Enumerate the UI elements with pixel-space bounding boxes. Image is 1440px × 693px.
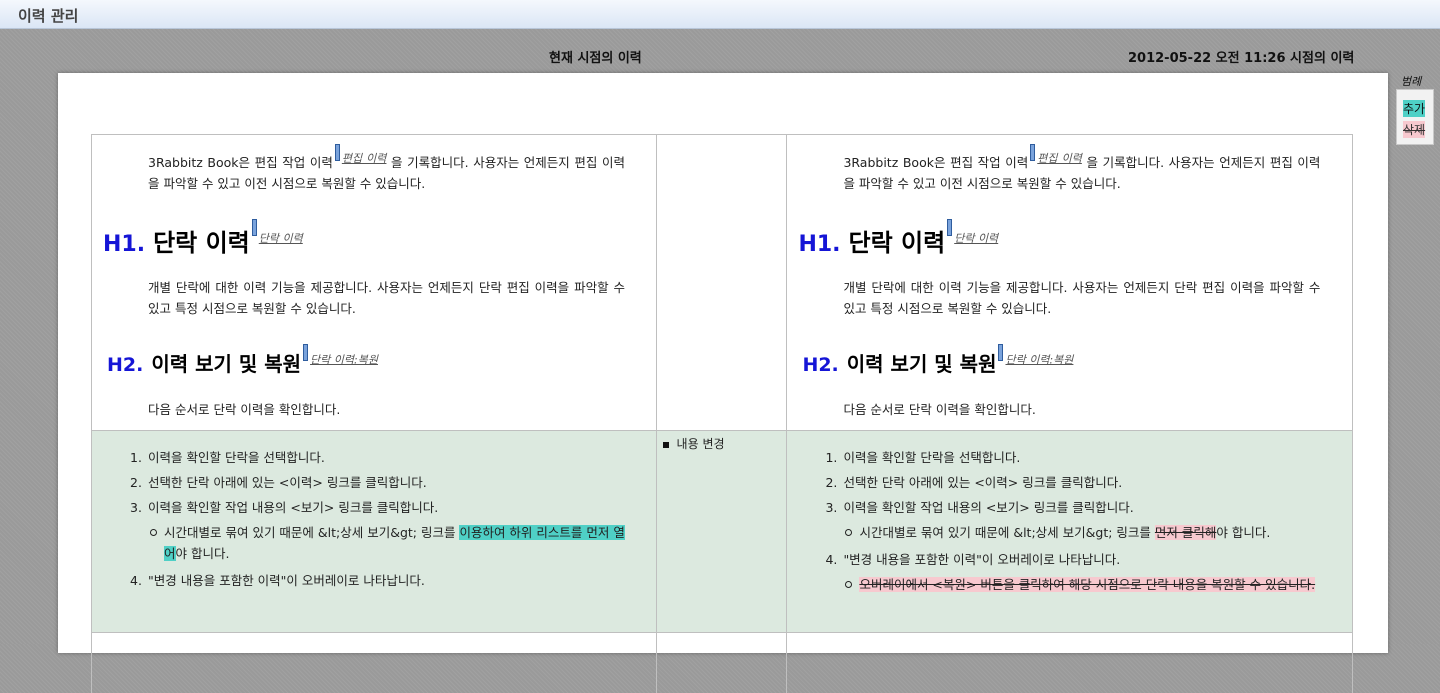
paragraph: 다음 순서로 단락 이력을 확인합니다. — [843, 402, 1036, 417]
legend-added: 추가 — [1403, 100, 1426, 117]
table-row: 3Rabbitz Book은 편집 작업 이력 편집 이력 을 기록합니다. 사용… — [91, 134, 1353, 430]
bookmark-icon — [947, 219, 953, 236]
sub-list-item: 오버레이에서 <복원> 버튼을 클릭하여 해당 시점으로 단락 내용을 복원할 … — [845, 574, 1323, 595]
heading-2: H2. 이력 보기 및 복원 단락 이력:복원 — [107, 344, 378, 377]
current-cell: 3Rabbitz Book은 편집 작업 이력 편집 이력 을 기록합니다. 사용… — [92, 135, 657, 430]
paragraph: 개별 단락에 대한 이력 기능을 제공합니다. 사용자는 언제든지 단락 편집 … — [148, 280, 625, 316]
table-row-changed: 1. 이력을 확인할 단락을 선택합니다. 2. 선택한 단락 아래에 있는 <이력… — [91, 430, 1353, 632]
ordered-list: 1. 이력을 확인할 단락을 선택합니다. 2. 선택한 단락 아래에 있는 <이력… — [130, 445, 628, 593]
comparison-table: 3Rabbitz Book은 편집 작업 이력 편집 이력 을 기록합니다. 사용… — [91, 134, 1353, 693]
bullet-circle-icon — [845, 529, 853, 536]
anchor-link[interactable]: 단락 이력 — [954, 232, 998, 245]
legend-deleted: 삭제 — [1403, 121, 1426, 138]
list-item: 3. 이력을 확인할 작업 내용의 <보기> 링크를 클릭합니다. 시간대별로 묶… — [825, 495, 1323, 543]
change-type-cell: 내용 변경 — [657, 431, 788, 632]
heading-1: H1. 단락 이력 단락 이력 — [798, 219, 998, 258]
sub-list: 오버레이에서 <복원> 버튼을 클릭하여 해당 시점으로 단락 내용을 복원할 … — [843, 574, 1323, 595]
list-item: 3. 이력을 확인할 작업 내용의 <보기> 링크를 클릭합니다. 시간대별로 묶… — [130, 495, 628, 564]
deleted-text: 오버레이에서 <복원> 버튼을 클릭하여 해당 시점으로 단락 내용을 복원할 … — [859, 577, 1316, 592]
sub-list: 시간대별로 묶여 있기 때문에 &lt;상세 보기&gt; 링크를 이용하여 하… — [148, 522, 628, 564]
intro-paragraph: 3Rabbitz Book은 편집 작업 이력 편집 이력 을 기록합니다. 사용… — [148, 144, 625, 194]
current-cell: 1. 이력을 확인할 단락을 선택합니다. 2. 선택한 단락 아래에 있는 <이력… — [92, 431, 657, 632]
anchor-link[interactable]: 단락 이력:복원 — [1005, 353, 1073, 366]
sub-list: 시간대별로 묶여 있기 때문에 &lt;상세 보기&gt; 링크를 먼저 클릭해… — [843, 522, 1323, 543]
change-type-label: 내용 변경 — [662, 435, 725, 452]
legend-box: 추가 삭제 — [1396, 89, 1434, 145]
window-title: 이력 관리 — [18, 7, 79, 25]
anchor-link[interactable]: 단락 이력 — [259, 232, 303, 245]
heading-1: H1. 단락 이력 단락 이력 — [103, 219, 303, 258]
heading-level-label: H1. — [798, 232, 841, 257]
current-column-header: 현재 시점의 이력 — [549, 51, 642, 66]
anchor-link[interactable]: 편집 이력 — [342, 152, 387, 165]
heading-level-label: H2. — [107, 354, 144, 376]
bookmark-icon — [251, 219, 257, 236]
past-cell — [787, 633, 1353, 693]
intro-paragraph: 3Rabbitz Book은 편집 작업 이력 편집 이력 을 기록합니다. 사용… — [843, 144, 1320, 194]
paragraph: 개별 단락에 대한 이력 기능을 제공합니다. 사용자는 언제든지 단락 편집 … — [843, 280, 1321, 316]
title-bar: 이력 관리 — [0, 0, 1440, 29]
sub-list-item: 시간대별로 묶여 있기 때문에 &lt;상세 보기&gt; 링크를 먼저 클릭해… — [845, 522, 1323, 543]
bookmark-icon — [1030, 144, 1036, 161]
past-cell: 1. 이력을 확인할 단락을 선택합니다. 2. 선택한 단락 아래에 있는 <이력… — [787, 431, 1353, 632]
list-item: 1. 이력을 확인할 단락을 선택합니다. — [130, 450, 325, 465]
deleted-text: 먼저 클릭해 — [1154, 525, 1217, 540]
table-row — [91, 632, 1353, 693]
bookmark-icon — [334, 144, 340, 161]
list-item: 4. "변경 내용을 포함한 이력"이 오버레이로 나타납니다. — [130, 573, 425, 588]
past-cell: 3Rabbitz Book은 편집 작업 이력 편집 이력 을 기록합니다. 사용… — [787, 135, 1353, 430]
list-item: 2. 선택한 단락 아래에 있는 <이력> 링크를 클릭합니다. — [825, 475, 1123, 490]
current-cell — [92, 633, 657, 693]
bullet-circle-icon — [150, 529, 157, 536]
anchor-link[interactable]: 단락 이력:복원 — [310, 353, 378, 366]
list-item: 2. 선택한 단락 아래에 있는 <이력> 링크를 클릭합니다. — [130, 475, 427, 490]
bookmark-icon — [998, 344, 1004, 361]
change-type-cell — [657, 135, 788, 430]
bullet-circle-icon — [845, 581, 853, 588]
paragraph: 다음 순서로 단락 이력을 확인합니다. — [148, 402, 341, 417]
anchor-link[interactable]: 편집 이력 — [1037, 152, 1082, 165]
list-item: 4. "변경 내용을 포함한 이력"이 오버레이로 나타납니다. 오버레이에서 <… — [825, 547, 1323, 595]
comparison-sheet: 3Rabbitz Book은 편집 작업 이력 편집 이력 을 기록합니다. 사용… — [58, 73, 1388, 693]
past-column-header: 2012-05-22 오전 11:26 시점의 이력 — [1128, 51, 1355, 66]
heading-level-label: H2. — [802, 354, 839, 376]
legend-title: 범례 — [1401, 75, 1422, 88]
heading-2: H2. 이력 보기 및 복원 단락 이력:복원 — [802, 344, 1073, 377]
heading-level-label: H1. — [103, 232, 146, 257]
list-item: 1. 이력을 확인할 단락을 선택합니다. — [825, 450, 1021, 465]
ordered-list: 1. 이력을 확인할 단락을 선택합니다. 2. 선택한 단락 아래에 있는 <이력… — [825, 445, 1323, 599]
sub-list-item: 시간대별로 묶여 있기 때문에 &lt;상세 보기&gt; 링크를 이용하여 하… — [150, 522, 628, 564]
square-bullet-icon — [662, 441, 669, 448]
bookmark-icon — [303, 344, 309, 361]
change-type-cell — [657, 633, 788, 693]
